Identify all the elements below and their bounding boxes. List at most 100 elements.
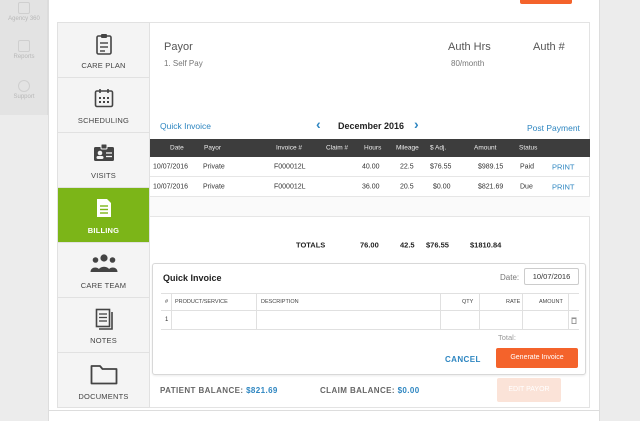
totals-amount: $1810.84	[470, 240, 502, 250]
trash-icon[interactable]	[571, 316, 577, 324]
totals-mileage: 42.5	[400, 240, 415, 250]
cell-status: Paid	[520, 163, 535, 170]
cell-mileage: 20.5	[400, 183, 414, 190]
column-header: PRODUCT/SERVICE	[175, 299, 228, 305]
table-row: 10/07/2016 Private F000012L 40.00 22.5 $…	[150, 157, 590, 177]
calendar-icon	[94, 89, 113, 108]
billing-card: Payor Auth Hrs Auth # 1. Self Pay 80/mon…	[150, 22, 590, 408]
quick-invoice-header: # PRODUCT/SERVICE DESCRIPTION QTY RATE A…	[161, 293, 579, 311]
table-row-empty	[150, 197, 590, 217]
nav-label: SCHEDULING	[77, 116, 130, 125]
patient-balance: PATIENT BALANCE: $821.69	[160, 386, 278, 395]
rail-item-label: Agency 360	[8, 16, 40, 22]
column-header: AMOUNT	[539, 299, 563, 305]
patient-nav: CARE PLAN SCHEDULING VISITS BILLING CARE…	[57, 22, 150, 408]
cell-payor: Private	[203, 183, 225, 190]
invoice-date-input[interactable]: 10/07/2016	[524, 268, 579, 285]
top-action-button[interactable]	[520, 0, 572, 4]
cell-date: 10/07/2016	[153, 163, 189, 170]
column-header: Hours	[364, 144, 382, 152]
payor-header: Payor	[164, 41, 193, 53]
nav-label: BILLING	[87, 226, 120, 235]
divider	[48, 410, 600, 411]
print-link[interactable]: PRINT	[552, 162, 575, 171]
totals-adj: $76.55	[426, 240, 449, 250]
cell-amount: $821.69	[478, 183, 504, 190]
nav-item-visits[interactable]: VISITS	[58, 133, 149, 188]
chevron-left-icon[interactable]: ‹	[316, 116, 321, 132]
rail-item-label: Reports	[13, 54, 35, 60]
invoice-icon	[96, 199, 111, 217]
month-bar: Quick Invoice ‹ December 2016 › Post Pay…	[150, 116, 590, 139]
column-header: Claim #	[326, 144, 349, 152]
nav-item-care-team[interactable]: CARE TEAM	[58, 243, 149, 298]
cell-status: Due	[520, 183, 533, 190]
auth-number-header: Auth #	[533, 41, 565, 53]
team-icon	[90, 254, 117, 272]
nav-item-billing[interactable]: BILLING	[58, 188, 149, 243]
billing-table-header: Date Payor Invoice # Claim # Hours Milea…	[150, 139, 590, 157]
line-number: 1	[165, 317, 169, 323]
reports-icon	[18, 40, 30, 52]
quick-invoice-link[interactable]: Quick Invoice	[160, 121, 211, 131]
totals-row: TOTALS 76.00 42.5 $76.55 $1810.84	[150, 235, 590, 255]
date-label: Date:	[500, 273, 520, 282]
rail-item-support[interactable]: Support	[0, 80, 48, 100]
cell-invoice: F000012L	[274, 163, 306, 170]
cell-mileage: 22.5	[400, 163, 414, 170]
rail-item-label: Support	[13, 94, 35, 100]
rail-item-agency[interactable]: Agency 360	[0, 2, 48, 22]
cell-hours: 40.00	[362, 163, 380, 170]
app-rail: Agency 360 Reports Support	[0, 0, 48, 115]
cell-invoice: F000012L	[274, 183, 306, 190]
nav-item-care-plan[interactable]: CARE PLAN	[58, 23, 149, 78]
cell-date: 10/07/2016	[153, 183, 189, 190]
nav-label: VISITS	[91, 171, 116, 180]
column-header: Amount	[474, 144, 497, 152]
nav-label: DOCUMENTS	[78, 392, 129, 401]
print-link[interactable]: PRINT	[552, 182, 575, 191]
totals-label: TOTALS	[296, 240, 326, 250]
column-header: QTY	[462, 299, 474, 305]
patient-balance-value: $821.69	[246, 386, 278, 395]
column-header: Date	[170, 144, 184, 152]
folder-icon	[90, 365, 117, 385]
column-header: Payor	[204, 144, 221, 152]
clipboard-icon	[95, 34, 112, 55]
nav-label: CARE PLAN	[81, 61, 126, 70]
lifebuoy-icon	[18, 80, 30, 92]
cell-adj: $0.00	[433, 183, 451, 190]
auth-hrs-value: 80/month	[451, 59, 485, 68]
column-header: Invoice #	[276, 144, 303, 152]
total-label: Total:	[498, 333, 516, 342]
generate-invoice-button[interactable]: Generate Invoice	[496, 348, 578, 368]
nav-item-scheduling[interactable]: SCHEDULING	[58, 78, 149, 133]
chevron-right-icon[interactable]: ›	[414, 116, 419, 132]
edit-payor-button[interactable]: EDIT PAYOR	[497, 378, 561, 402]
cell-amount: $989.15	[478, 163, 504, 170]
id-card-icon	[93, 143, 114, 161]
column-header: Mileage	[396, 144, 419, 152]
month-label: December 2016	[338, 121, 405, 131]
nav-item-documents[interactable]: DOCUMENTS	[58, 353, 149, 408]
quick-invoice-title: Quick Invoice	[163, 273, 222, 283]
cell-hours: 36.00	[362, 183, 380, 190]
auth-hrs-header: Auth Hrs	[448, 41, 491, 53]
quick-invoice-panel: Quick Invoice Date: 10/07/2016 # PRODUCT…	[152, 263, 586, 375]
totals-hours: 76.00	[360, 240, 379, 250]
nav-label: NOTES	[90, 336, 117, 345]
rail-item-reports[interactable]: Reports	[0, 40, 48, 60]
column-header: DESCRIPTION	[261, 299, 299, 305]
claim-balance: CLAIM BALANCE: $0.00	[320, 386, 420, 395]
cancel-button[interactable]: CANCEL	[445, 355, 481, 364]
column-header: RATE	[506, 299, 521, 305]
claim-balance-label: CLAIM BALANCE:	[320, 386, 395, 395]
cell-adj: $76.55	[430, 163, 452, 170]
column-header: $ Adj.	[430, 144, 447, 152]
invoice-line-row[interactable]: 1	[161, 311, 579, 330]
column-header: #	[165, 299, 169, 305]
post-payment-link[interactable]: Post Payment	[527, 123, 580, 133]
nav-item-notes[interactable]: NOTES	[58, 298, 149, 353]
cell-payor: Private	[203, 163, 225, 170]
table-row-empty	[150, 217, 590, 237]
